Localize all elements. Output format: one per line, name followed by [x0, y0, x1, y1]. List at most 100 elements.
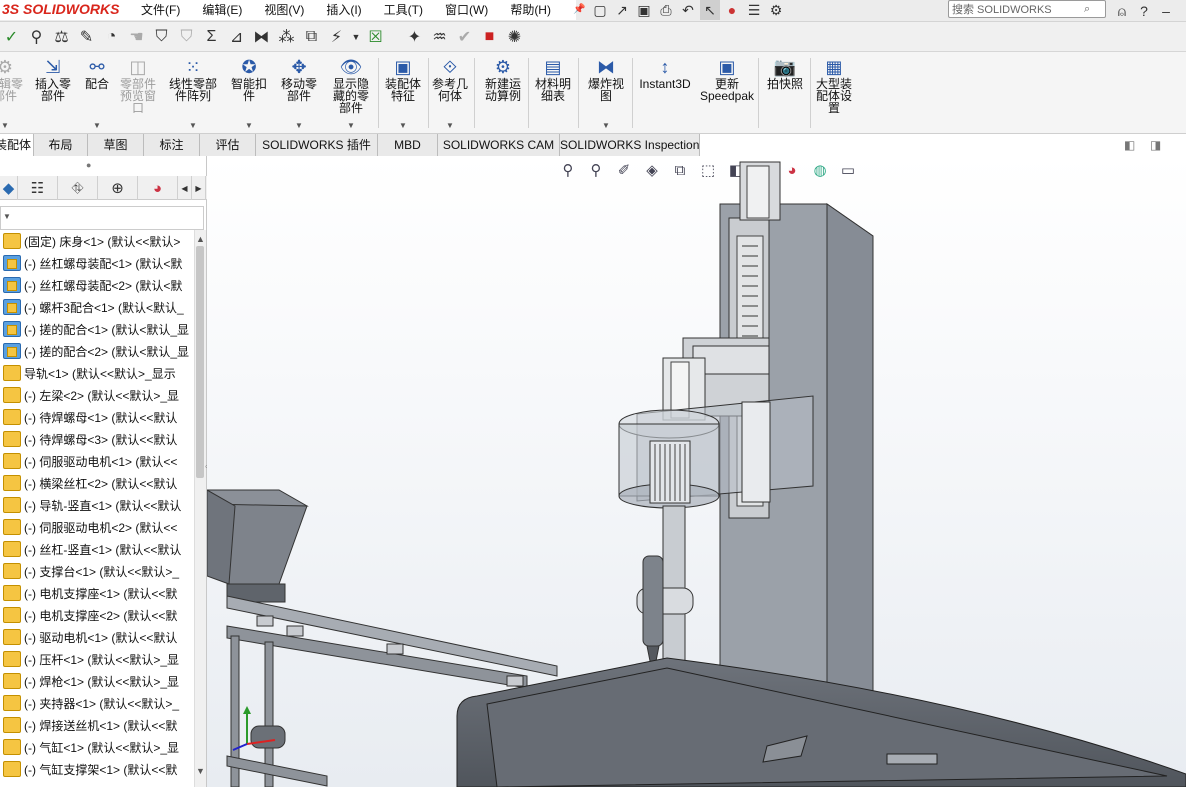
command-2[interactable]: ⚯ 配合 ▼ — [80, 56, 114, 132]
feature-icon[interactable]: ✦ — [403, 25, 426, 49]
tree-item[interactable]: (-) 待焊螺母<1> (默认<<默认 — [0, 406, 194, 428]
menu-item-4[interactable]: 工具(T) — [373, 1, 434, 19]
tree-item[interactable]: (-) 气缸支撑架<1> (默认<<默 — [0, 758, 194, 780]
tile-right-icon[interactable]: ◨ — [1150, 138, 1161, 152]
file-properties-icon[interactable]: ☰ — [744, 0, 764, 20]
command-10[interactable]: ⚙ 新建运 动算例 — [480, 56, 526, 132]
tree-item[interactable]: (-) 气缸<1> (默认<<默认>_显 — [0, 736, 194, 758]
tree-filter[interactable]: ▼ — [0, 206, 204, 230]
menu-item-3[interactable]: 插入(I) — [315, 1, 372, 19]
help-icon[interactable]: ? — [1134, 1, 1154, 21]
menu-item-5[interactable]: 窗口(W) — [434, 1, 499, 19]
scroll-left-icon[interactable]: ◀ — [178, 176, 192, 200]
command-0[interactable]: ⚙编辑零 部件 ▼ — [0, 56, 28, 132]
scroll-right-icon[interactable]: ▶ — [192, 176, 206, 200]
dropdown-arrow-icon[interactable]: ▼ — [602, 120, 610, 132]
tree-item[interactable]: (-) 焊枪<1> (默认<<默认>_显 — [0, 670, 194, 692]
minimize-icon[interactable]: – — [1156, 1, 1176, 21]
command-5[interactable]: ✪ 智能扣 件 ▼ — [228, 56, 270, 132]
tab-2[interactable]: 草图 — [88, 134, 144, 156]
sum-icon[interactable]: Σ — [200, 25, 223, 49]
open-icon[interactable]: ↗ — [612, 0, 632, 20]
tab-5[interactable]: SOLIDWORKS 插件 — [256, 134, 378, 156]
measure-icon[interactable]: ⊿ — [225, 25, 248, 49]
tree-item[interactable]: (-) 丝杠-竖直<1> (默认<<默认 — [0, 538, 194, 560]
display-manager-tab-icon[interactable]: ◕ — [138, 176, 178, 200]
scroll-up-icon[interactable]: ▲ — [196, 234, 205, 244]
select-icon[interactable]: ↖ — [700, 0, 720, 20]
feed-hopper[interactable] — [207, 489, 309, 603]
tree-item[interactable]: (-) 夹持器<1> (默认<<默认>_ — [0, 692, 194, 714]
tree-scroll-thumb[interactable] — [196, 246, 204, 478]
close-mark-icon[interactable]: ☒ — [364, 25, 387, 49]
menu-item-0[interactable]: 文件(F) — [130, 1, 191, 19]
tab-4[interactable]: 评估 — [200, 134, 256, 156]
mirror-icon[interactable]: ⧓ — [250, 25, 273, 49]
dropdown-arrow-icon[interactable]: ▼ — [93, 120, 101, 132]
tab-6[interactable]: MBD — [378, 134, 438, 156]
tree-item[interactable]: (-) 支撑台<1> (默认<<默认>_ — [0, 560, 194, 582]
magnify-icon[interactable]: ⚲ — [25, 25, 48, 49]
dimxpert-tab-icon[interactable]: ⊕ — [98, 176, 138, 200]
tree-item[interactable]: (-) 左梁<2> (默认<<默认>_显 — [0, 384, 194, 406]
filter-dropdown-icon[interactable]: ▼ — [3, 212, 11, 221]
command-7[interactable]: 👁 显示隐 藏的零 部件 ▼ — [326, 56, 376, 132]
check-icon[interactable]: ✓ — [0, 25, 23, 49]
dropdown-arrow-icon[interactable]: ▼ — [189, 120, 197, 132]
tab-8[interactable]: SOLIDWORKS Inspection — [560, 134, 700, 156]
dropdown-arrow-icon[interactable]: ▼ — [245, 120, 253, 132]
tree-item[interactable]: (-) 搓的配合<1> (默认<默认_显 — [0, 318, 194, 340]
magic-wand-icon[interactable]: ⚡ — [325, 25, 348, 49]
tree-item[interactable]: (-) 电机支撑座<2> (默认<<默 — [0, 604, 194, 626]
tile-left-icon[interactable]: ◧ — [1124, 138, 1135, 152]
tree-item[interactable]: (-) 横梁丝杠<2> (默认<<默认 — [0, 472, 194, 494]
command-9[interactable]: ⟐ 参考几 何体 ▼ — [428, 56, 472, 132]
scroll-down-icon[interactable]: ▼ — [196, 766, 205, 776]
graphics-area[interactable]: ⚲ ⚲ ✐ ◈ ⧉ ⬚ ◧ ◩ ◕ ◍ ▭ — [207, 156, 1186, 787]
command-1[interactable]: ⇲ 插入零 部件 — [30, 56, 76, 132]
pattern-icon[interactable]: ⁂ — [275, 25, 298, 49]
command-11[interactable]: ▤ 材料明 细表 — [530, 56, 576, 132]
command-14[interactable]: ▣ 更新 Speedpak — [698, 56, 756, 132]
rebuild-icon[interactable]: ● — [722, 0, 742, 20]
options-gear-icon[interactable]: ⚙ — [766, 0, 786, 20]
shield-icon[interactable]: ⛉ — [175, 25, 198, 49]
tab-3[interactable]: 标注 — [144, 134, 200, 156]
check-circle-icon[interactable]: ✔ — [453, 25, 476, 49]
tab-7[interactable]: SOLIDWORKS CAM — [438, 134, 560, 156]
command-13[interactable]: ↕ Instant3D — [636, 56, 694, 132]
save-icon[interactable]: ▣ — [634, 0, 654, 20]
command-12[interactable]: ⧓ 爆炸视 图 ▼ — [582, 56, 630, 132]
search-input[interactable]: 搜索 SOLIDWORKS ⌕ — [948, 0, 1106, 18]
command-15[interactable]: 📷 拍快照 — [762, 56, 808, 132]
command-6[interactable]: ✥ 移动零 部件 ▼ — [276, 56, 322, 132]
balance-icon[interactable]: ⚖ — [50, 25, 73, 49]
color-squares-icon[interactable]: ■ — [478, 25, 501, 49]
sketch-icon[interactable]: ✎ — [75, 25, 98, 49]
notifications-icon[interactable]: ⍝ — [1112, 1, 1132, 21]
menu-item-2[interactable]: 视图(V) — [253, 1, 315, 19]
new-document-icon[interactable]: ▢ — [590, 0, 610, 20]
tree-item[interactable]: (-) 驱动电机<1> (默认<<默认 — [0, 626, 194, 648]
hand-icon[interactable]: ☚ — [125, 25, 148, 49]
tree-item[interactable]: (-) 压杆<1> (默认<<默认>_显 — [0, 648, 194, 670]
tree-item[interactable]: (固定) 床身<1> (默认<<默认> — [0, 230, 194, 252]
tree-item[interactable]: (-) 伺服驱动电机<1> (默认<< — [0, 450, 194, 472]
shield-check-icon[interactable]: ⛉ — [150, 25, 173, 49]
dropdown-arrow-icon[interactable]: ▼ — [399, 120, 407, 132]
tree-item[interactable]: (-) 搓的配合<2> (默认<默认_显 — [0, 340, 194, 362]
undo-icon[interactable]: ↶ — [678, 0, 698, 20]
settings-circle-icon[interactable]: ✺ — [503, 25, 526, 49]
menu-item-6[interactable]: 帮助(H) — [499, 1, 562, 19]
command-3[interactable]: ◫ 零部件 预览窗 口 — [112, 56, 164, 132]
palette-icon[interactable]: ♒ — [428, 25, 451, 49]
menu-item-1[interactable]: 编辑(E) — [191, 1, 253, 19]
dropdown-arrow-icon[interactable]: ▼ — [1, 120, 9, 132]
dropdown-arrow-icon[interactable]: ▼ — [295, 120, 303, 132]
print-icon[interactable]: ⎙ — [656, 0, 676, 20]
app-logo[interactable]: 3S SOLIDWORKS — [0, 0, 130, 20]
command-16[interactable]: ▦ 大型装 配体设 置 — [810, 56, 858, 132]
tree-item[interactable]: (-) 伺服驱动电机<2> (默认<< — [0, 516, 194, 538]
chevron-down-icon[interactable]: ▼ — [350, 25, 362, 49]
property-manager-tab-icon[interactable]: ☷ — [18, 176, 58, 200]
